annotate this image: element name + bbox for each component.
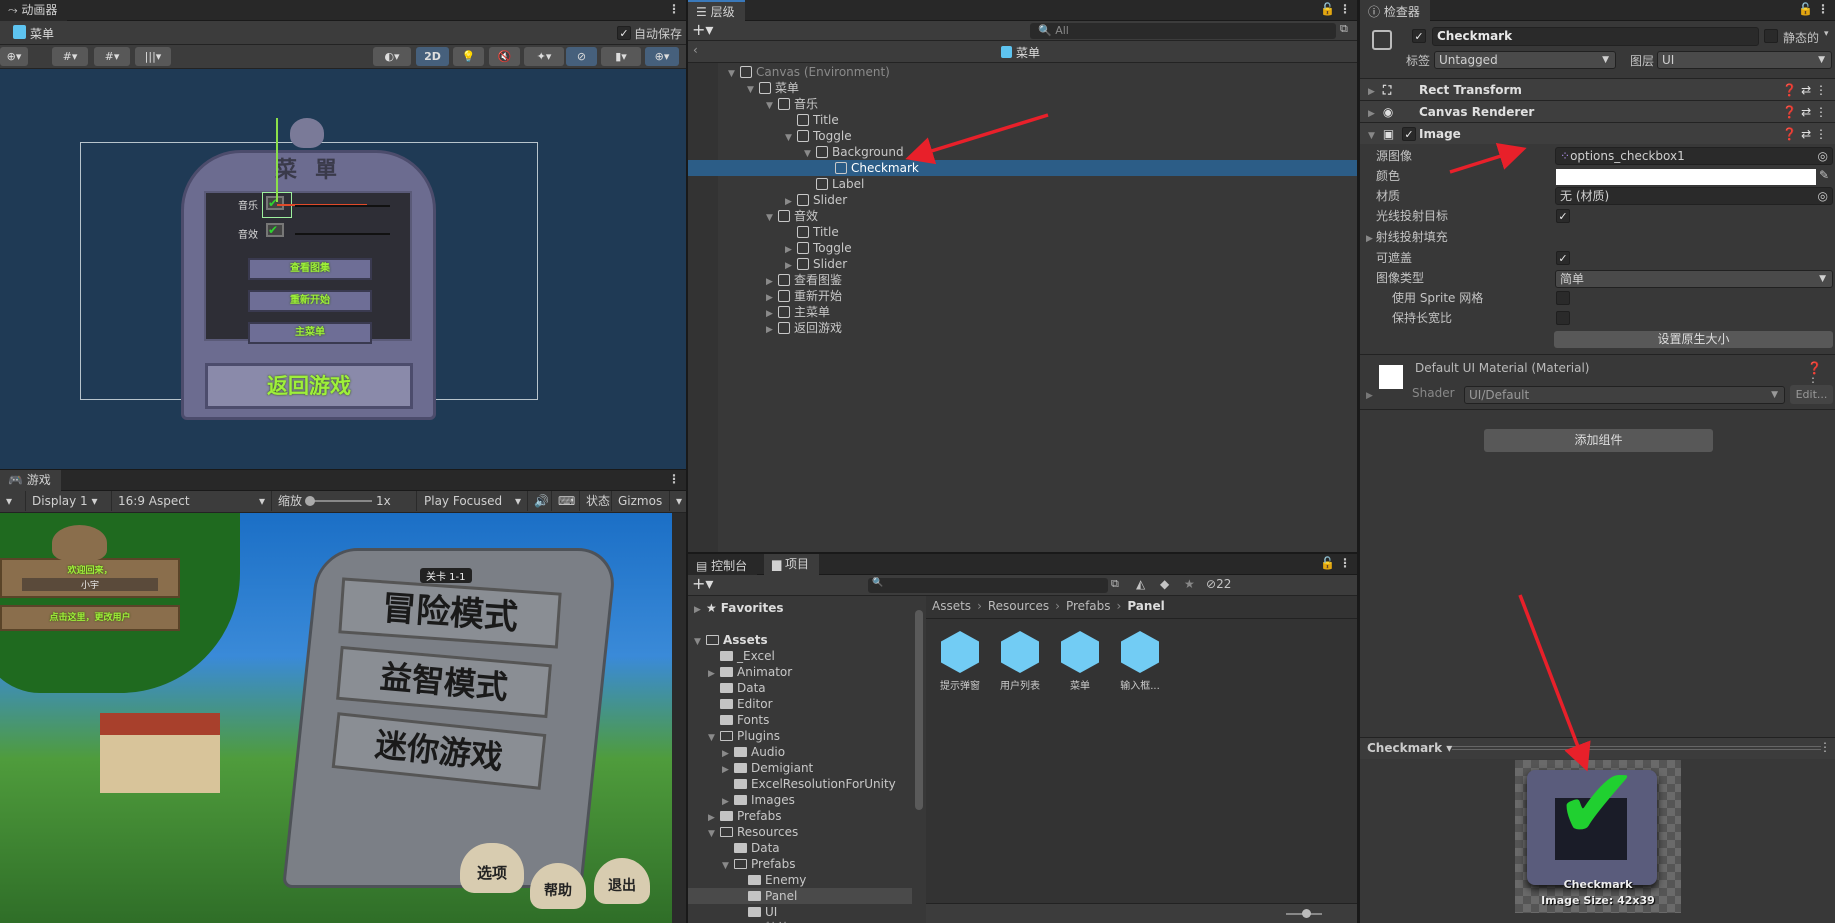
annotation-arrows (905, 113, 1591, 772)
annotation-arrow-hierarchy (905, 113, 1049, 165)
annotation-arrow-source-image (1449, 142, 1527, 174)
annotation-arrow-preview (1518, 594, 1591, 772)
